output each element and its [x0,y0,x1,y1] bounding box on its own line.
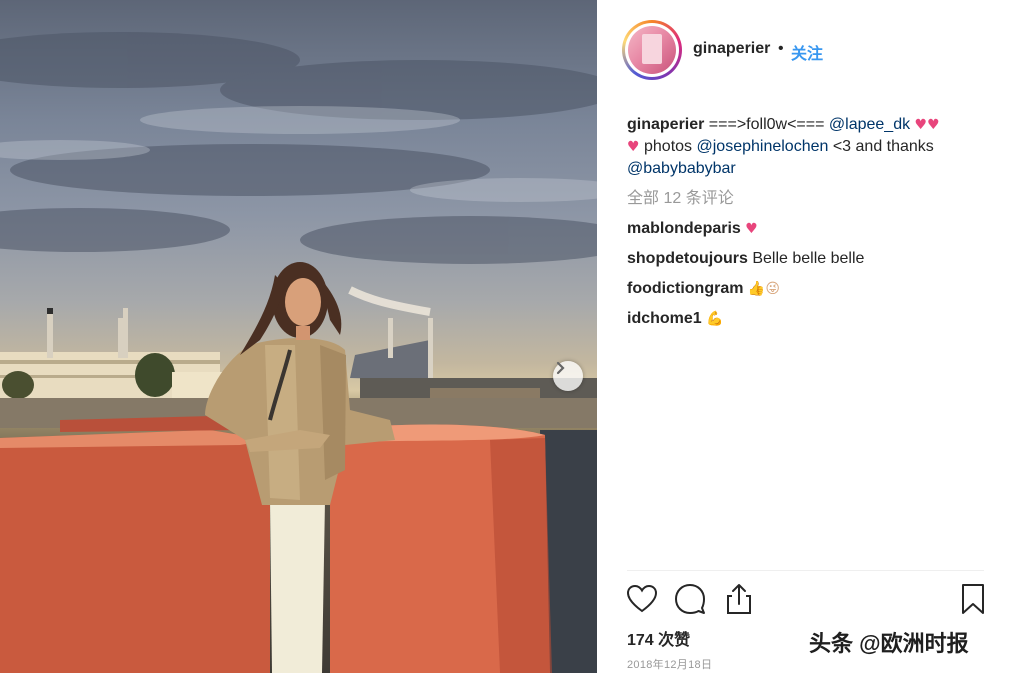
heart-icon [626,584,658,613]
share-button[interactable] [722,582,756,616]
chevron-right-icon [556,361,565,375]
caption-username[interactable]: ginaperier [627,116,704,133]
caption: ginaperier ===>foll0w<=== @lapee_dk ♥♥ ♥… [627,114,992,180]
avatar-border [625,23,679,77]
comment-item: mablondeparis ♥ [627,218,992,240]
follow-button[interactable]: 关注 [791,40,823,64]
avatar-image [628,26,676,74]
heart-emoji: ♥ [745,221,758,237]
comment-username[interactable]: shopdetoujours [627,250,748,267]
post-header: ginaperier • 关注 [597,0,1014,100]
comment-item: shopdetoujours Belle belle belle [627,248,992,270]
caption-text: ===>foll0w<=== [704,116,829,133]
bookmark-icon [962,584,984,614]
comments-section: ginaperier ===>foll0w<=== @lapee_dk ♥♥ ♥… [627,114,992,330]
caption-text: photos [639,138,697,155]
heart-emoji: ♥♥ [910,117,940,133]
caption-text: <3 and thanks [828,138,934,155]
actions-divider [627,570,984,571]
share-icon [727,584,751,614]
likes-count[interactable]: 174 次赞 [627,626,690,650]
comment-button[interactable] [673,582,707,616]
post-side-panel: ginaperier • 关注 ginaperier ===>foll0w<==… [597,0,1014,673]
thumbs-up-wink-emoji: 👍😜 [747,281,780,297]
mention-link[interactable]: @josephinelochen [697,138,829,155]
next-photo-button[interactable] [553,361,583,391]
heart-emoji: ♥ [627,139,640,155]
avatar[interactable] [622,20,682,80]
comment-text: Belle belle belle [752,250,865,267]
comment-username[interactable]: foodictiongram [627,280,743,297]
flexed-biceps-emoji: 💪 [706,311,724,327]
separator-dot: • [778,40,784,57]
view-all-comments-link[interactable]: 全部 12 条评论 [627,188,992,210]
comment-username[interactable]: mablondeparis [627,220,741,237]
watermark-text: 头条 @欧洲时报 [809,631,969,656]
mention-link[interactable]: @lapee_dk [829,116,910,133]
action-bar [625,582,987,618]
mention-link[interactable]: @babybabybar [627,160,736,177]
like-button[interactable] [625,582,659,616]
header-username[interactable]: ginaperier [693,40,770,58]
post-date: 2018年12月18日 [627,659,713,671]
post-photo[interactable] [0,0,597,673]
save-button[interactable] [956,582,990,616]
photo-illustration [0,32,597,673]
comment-username[interactable]: idchome1 [627,310,702,327]
comment-item: idchome1 💪 [627,308,992,330]
comment-item: foodictiongram 👍😜 [627,278,992,300]
comment-icon [675,584,705,614]
